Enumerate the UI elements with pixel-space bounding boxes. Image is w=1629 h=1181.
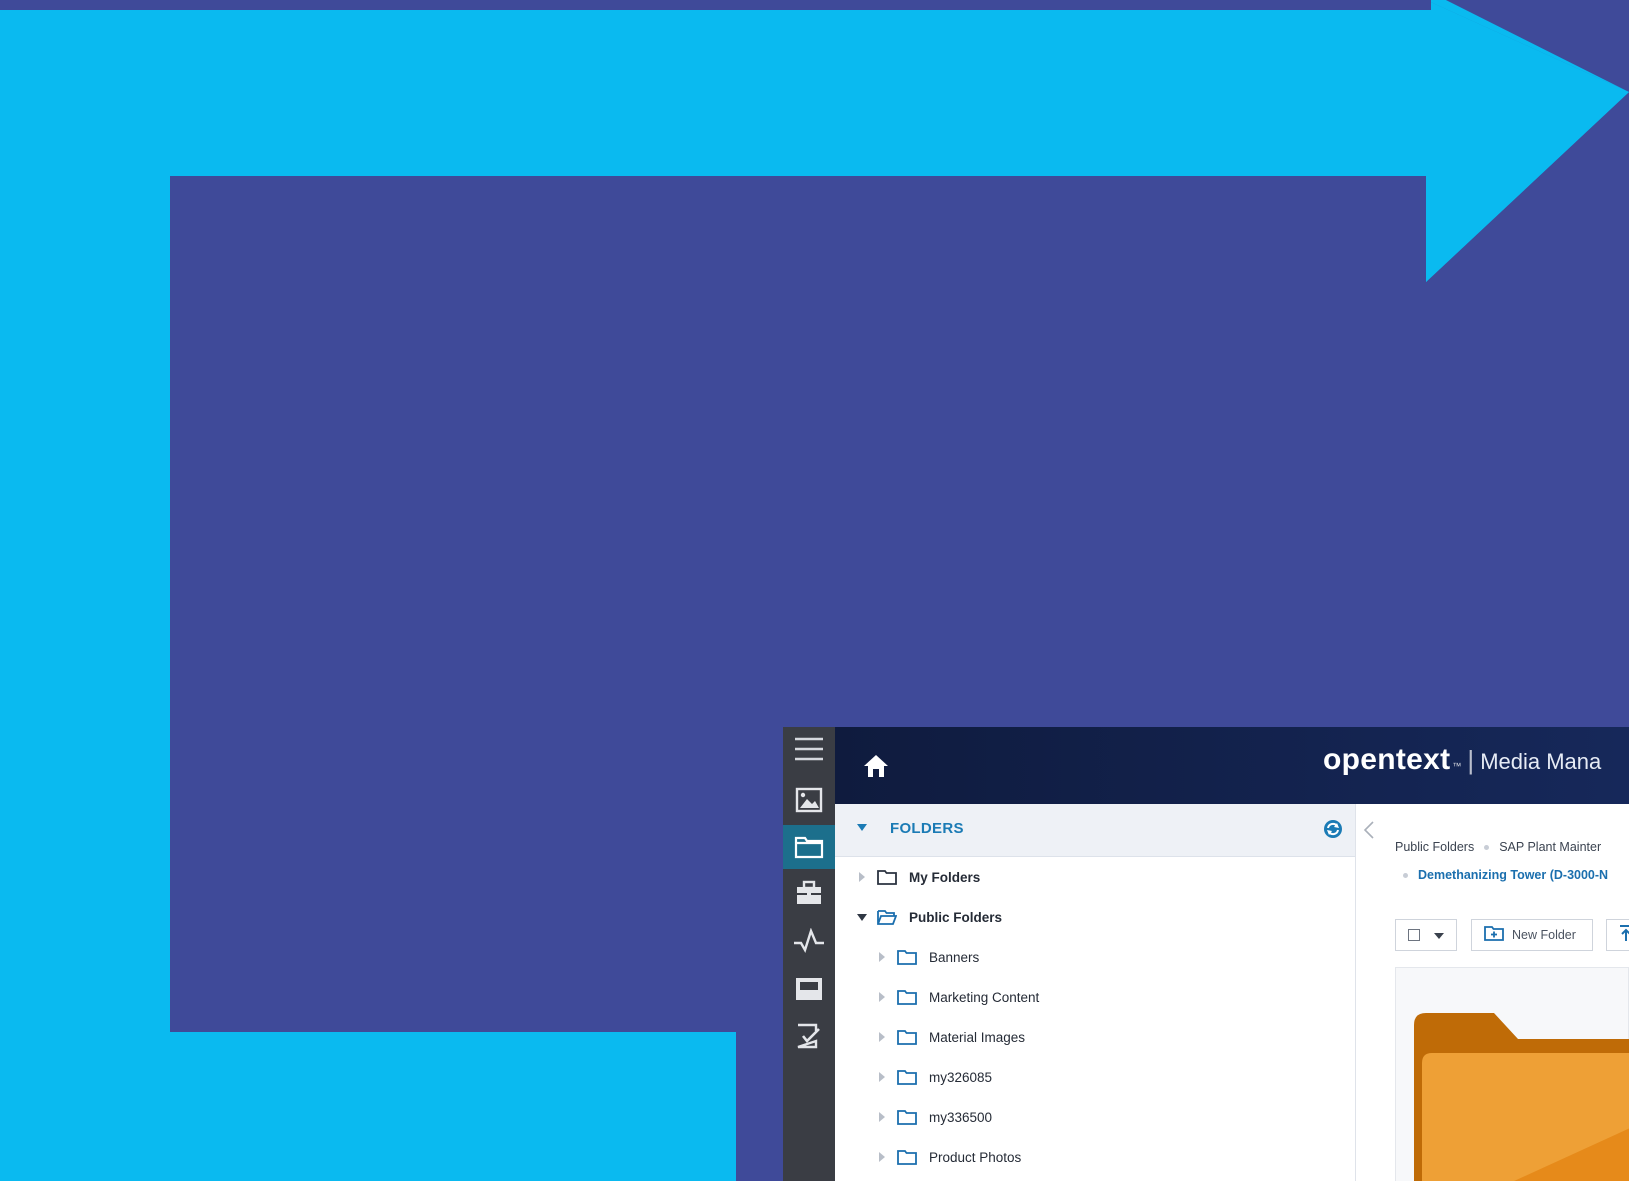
breadcrumb-item[interactable]: SAP Plant Mainter: [1499, 840, 1601, 854]
menu-icon[interactable]: [783, 727, 835, 771]
chevron-down-icon[interactable]: [1434, 933, 1444, 939]
checklist-icon[interactable]: [783, 1014, 835, 1058]
folder-closed-icon: [897, 988, 919, 1006]
refresh-icon[interactable]: [1322, 818, 1344, 840]
expand-arrow-icon[interactable]: [875, 992, 889, 1002]
briefcase-icon[interactable]: [783, 871, 835, 915]
collapse-arrow-icon[interactable]: [855, 913, 869, 921]
folder-closed-icon: [897, 948, 919, 966]
activity-icon[interactable]: [783, 919, 835, 963]
expand-arrow-icon[interactable]: [855, 872, 869, 882]
checkbox-icon[interactable]: [1408, 929, 1420, 941]
tree-item-my-folders[interactable]: My Folders: [855, 862, 980, 892]
breadcrumb-separator: [1403, 873, 1408, 879]
tree-item-label: My Folders: [909, 869, 981, 885]
folders-panel: FOLDERS My Folders Public Folders Banner…: [835, 804, 1356, 1181]
breadcrumb: Public Folders SAP Plant Mainter: [1395, 840, 1601, 854]
tree-item-banners[interactable]: Banners: [875, 942, 979, 972]
trademark-symbol: ™: [1452, 761, 1462, 771]
expand-arrow-icon[interactable]: [875, 1152, 889, 1162]
breadcrumb-item[interactable]: Public Folders: [1395, 840, 1474, 854]
tree-item-label: my336500: [929, 1109, 993, 1125]
breadcrumb-separator: [1484, 845, 1490, 851]
product-name: Media Mana: [1480, 749, 1602, 774]
select-all-dropdown[interactable]: [1395, 919, 1457, 951]
folder-icon[interactable]: [783, 825, 835, 869]
tree-item-label: Marketing Content: [929, 989, 1040, 1005]
tree-item-label: Material Images: [929, 1029, 1026, 1045]
brand-separator: |: [1467, 745, 1475, 775]
breadcrumb-current-row: Demethanizing Tower (D-3000-N: [1395, 868, 1608, 882]
folder-open-icon: [877, 908, 899, 926]
expand-arrow-icon[interactable]: [875, 1072, 889, 1082]
tree-item-label: Banners: [929, 949, 980, 965]
tree-item-my326085[interactable]: my326085: [875, 1062, 992, 1092]
collapse-caret-icon[interactable]: [857, 824, 867, 831]
folder-closed-icon: [877, 868, 899, 886]
folder-closed-icon: [897, 1028, 919, 1046]
folders-title: FOLDERS: [890, 820, 964, 837]
tree-item-product-photos[interactable]: Product Photos: [875, 1142, 1021, 1172]
folder-closed-icon: [897, 1108, 919, 1126]
image-icon[interactable]: [783, 778, 835, 822]
brand-logo: opentext ™ | Media Mana: [1323, 743, 1601, 777]
inbox-icon[interactable]: [783, 967, 835, 1011]
top-bar: opentext ™ | Media Mana: [835, 727, 1629, 804]
expand-arrow-icon[interactable]: [875, 1032, 889, 1042]
collapse-panel-icon[interactable]: [1362, 820, 1376, 840]
tree-item-label: Product Photos: [929, 1149, 1022, 1165]
media-manager-screenshot: opentext ™ | Media Mana FOLDERS My Folde…: [783, 727, 1629, 1181]
home-icon[interactable]: [861, 751, 891, 781]
expand-arrow-icon[interactable]: [875, 1112, 889, 1122]
brand-name: opentext: [1323, 743, 1451, 776]
breadcrumb-current[interactable]: Demethanizing Tower (D-3000-N: [1418, 868, 1608, 882]
tree-item-marketing-content[interactable]: Marketing Content: [875, 982, 1039, 1012]
expand-arrow-icon[interactable]: [875, 952, 889, 962]
folders-panel-header[interactable]: FOLDERS: [835, 804, 1355, 857]
new-folder-button[interactable]: New Folder: [1471, 919, 1593, 951]
tree-item-public-folders[interactable]: Public Folders: [855, 902, 1002, 932]
upload-icon: [1617, 924, 1629, 947]
tree-item-label: my326085: [929, 1069, 993, 1085]
upload-button[interactable]: [1606, 919, 1629, 951]
left-nav-rail: [783, 727, 835, 1181]
folder-closed-icon: [897, 1148, 919, 1166]
tree-item-label: Public Folders: [909, 909, 1003, 925]
new-folder-label: New Folder: [1512, 928, 1576, 942]
tree-item-my336500[interactable]: my336500: [875, 1102, 992, 1132]
folder-thumbnail-icon[interactable]: [1414, 1013, 1629, 1181]
tree-item-material-images[interactable]: Material Images: [875, 1022, 1025, 1052]
folder-closed-icon: [897, 1068, 919, 1086]
folder-grid: [1395, 967, 1629, 1181]
new-folder-icon: [1484, 925, 1504, 946]
content-area: Public Folders SAP Plant Mainter Demethan…: [1356, 804, 1629, 1181]
